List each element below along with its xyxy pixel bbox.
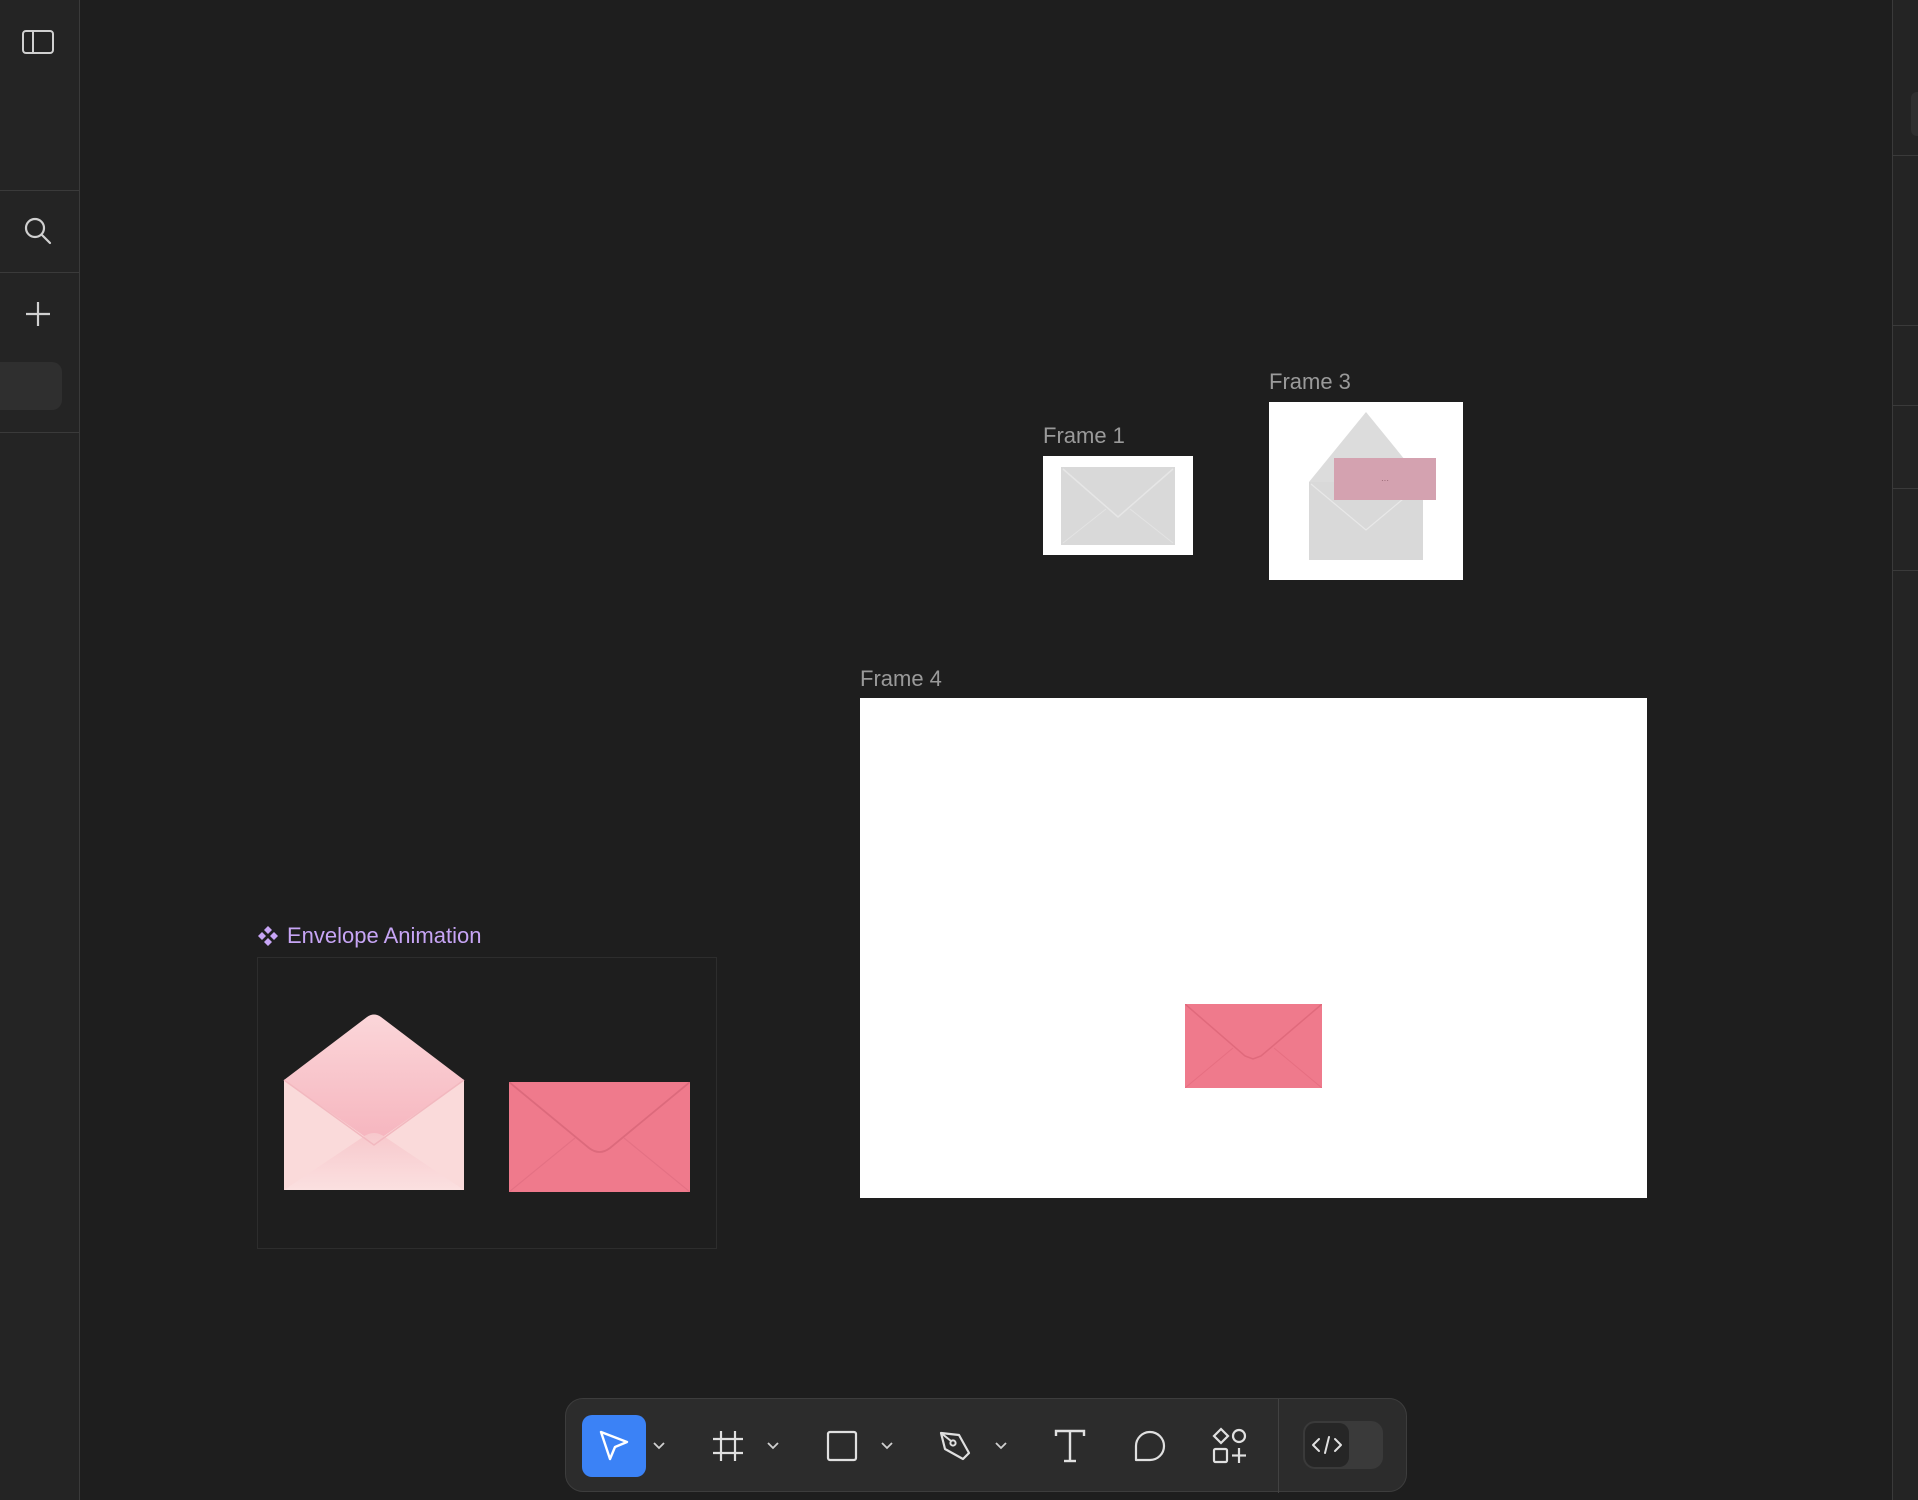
panel-toggle-icon xyxy=(22,30,54,54)
rail-divider xyxy=(1893,325,1918,326)
rail-divider xyxy=(0,432,79,433)
code-icon xyxy=(1312,1436,1342,1454)
comment-tool[interactable] xyxy=(1118,1415,1182,1477)
envelope-closed-pink xyxy=(1185,1004,1322,1088)
comment-icon xyxy=(1134,1430,1166,1462)
frame-1[interactable] xyxy=(1043,456,1193,555)
chevron-down-icon xyxy=(995,1442,1007,1450)
envelope-animation-component[interactable] xyxy=(257,957,717,1249)
frame-label[interactable]: Frame 1 xyxy=(1043,423,1125,449)
component-diamond-icon xyxy=(258,926,278,946)
pointer-icon xyxy=(599,1430,629,1461)
chevron-down-icon xyxy=(881,1442,893,1450)
envelope-placeholder xyxy=(1061,467,1175,545)
rectangle-icon xyxy=(826,1430,858,1462)
envelope-open-placeholder: ··· xyxy=(1309,412,1436,560)
envelope-open-light xyxy=(283,1014,465,1190)
frame-3[interactable]: ··· xyxy=(1269,402,1463,580)
chevron-down-icon xyxy=(653,1442,665,1450)
frame-label[interactable]: Frame 3 xyxy=(1269,369,1351,395)
rail-divider xyxy=(1893,488,1918,489)
actions-tool[interactable] xyxy=(1198,1415,1262,1477)
right-panel-tab[interactable] xyxy=(1911,92,1918,136)
page-item[interactable] xyxy=(0,362,62,410)
dev-mode-toggle[interactable] xyxy=(1303,1421,1383,1469)
pen-icon xyxy=(939,1431,971,1461)
component-label[interactable]: Envelope Animation xyxy=(257,923,481,949)
envelope-closed-pink xyxy=(509,1082,690,1192)
component-name: Envelope Animation xyxy=(287,923,482,948)
add-button[interactable] xyxy=(10,290,66,338)
rail-divider xyxy=(0,190,79,191)
text-icon xyxy=(1054,1429,1086,1463)
frame-tool[interactable] xyxy=(696,1415,760,1477)
dev-mode-knob xyxy=(1305,1423,1349,1467)
search-button[interactable] xyxy=(10,207,66,255)
panel-toggle-button[interactable] xyxy=(10,18,66,66)
frame-hash-icon xyxy=(713,1431,743,1461)
shapes-plus-icon xyxy=(1212,1427,1247,1464)
plus-icon xyxy=(26,302,50,326)
svg-text:···: ··· xyxy=(1381,476,1389,485)
frame-4[interactable] xyxy=(860,698,1647,1198)
pen-tool-menu[interactable] xyxy=(991,1429,1011,1463)
move-tool-menu[interactable] xyxy=(649,1429,669,1463)
pen-tool[interactable] xyxy=(924,1415,988,1477)
text-tool[interactable] xyxy=(1038,1415,1102,1477)
chevron-down-icon xyxy=(767,1442,779,1450)
move-tool[interactable] xyxy=(582,1415,646,1477)
search-icon xyxy=(24,217,52,245)
rail-divider xyxy=(1893,155,1918,156)
right-sidebar xyxy=(1892,0,1918,1500)
left-sidebar xyxy=(0,0,80,1500)
rail-divider xyxy=(1893,405,1918,406)
shape-tool[interactable] xyxy=(810,1415,874,1477)
rail-divider xyxy=(0,272,79,273)
frame-tool-menu[interactable] xyxy=(763,1429,783,1463)
rail-divider xyxy=(1893,570,1918,571)
bottom-toolbar xyxy=(565,1398,1407,1493)
toolbar-divider xyxy=(1278,1399,1279,1493)
frame-label[interactable]: Frame 4 xyxy=(860,666,942,692)
shape-tool-menu[interactable] xyxy=(877,1429,897,1463)
